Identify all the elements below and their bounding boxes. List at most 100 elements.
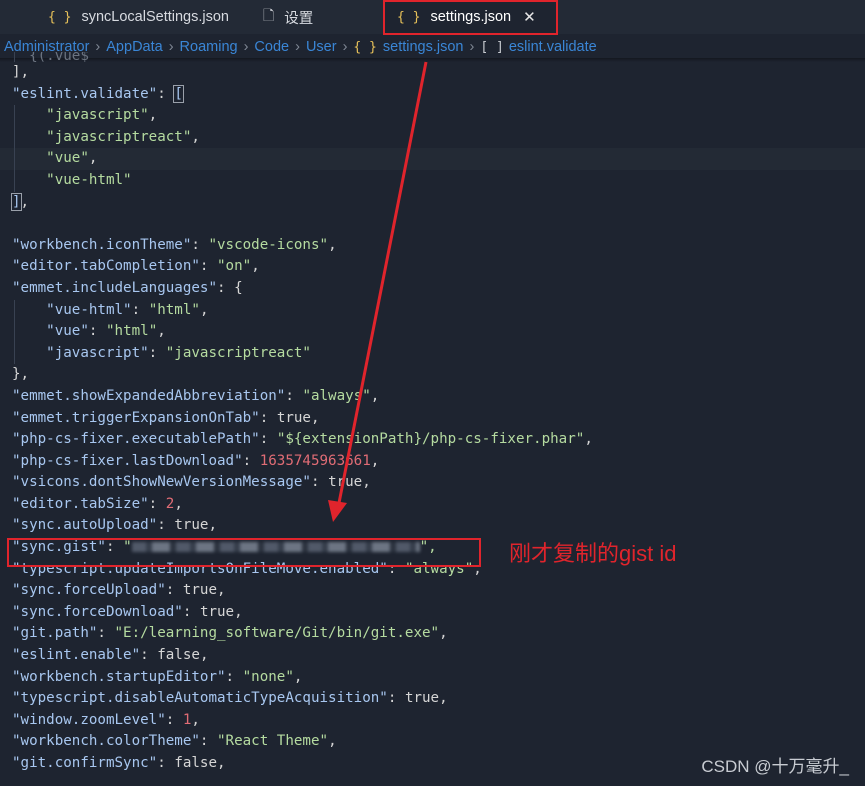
setting-key: "git.confirmSync": [12, 755, 158, 771]
code-line: "javascript",: [0, 105, 865, 127]
code-text: },: [12, 366, 30, 383]
code-text: ,: [20, 193, 30, 210]
code-line: "workbench.startupEditor": "none",: [12, 668, 303, 685]
code-line: {(.vue$: [0, 52, 865, 62]
setting-key: "workbench.startupEditor": [12, 668, 226, 685]
code-line-current: "vue",: [0, 148, 865, 170]
code-line: "editor.tabCompletion": "on",: [12, 258, 260, 275]
tab-label: settings.json: [430, 9, 512, 25]
string-value: "always": [404, 560, 474, 577]
code-line: "vsicons.dontShowNewVersionMessage": tru…: [12, 474, 371, 491]
string-value: "javascriptreact": [165, 344, 311, 361]
setting-key: "workbench.colorTheme": [12, 733, 200, 750]
code-line: "window.zoomLevel": 1,: [12, 711, 200, 728]
code-text: : {: [217, 279, 243, 296]
string-value: "on": [217, 258, 252, 275]
setting-key: "sync.autoUpload": [12, 517, 158, 534]
code-line: "typescript.updateImportsOnFileMove.enab…: [12, 560, 482, 577]
code-line: "php-cs-fixer.executablePath": "${extens…: [12, 431, 593, 448]
setting-key: "typescript.disableAutomaticTypeAcquisit…: [12, 690, 388, 707]
code-text: ],: [12, 64, 30, 80]
setting-key: "workbench.iconTheme": [12, 236, 192, 253]
code-line: "emmet.triggerExpansionOnTab": true,: [12, 409, 320, 426]
setting-key: "sync.gist": [12, 539, 106, 556]
code-line: "javascript": "javascriptreact": [0, 342, 865, 365]
bool-value: true: [404, 690, 440, 707]
annotation-label: 刚才复制的gist id: [509, 541, 677, 566]
file-icon: 🗋: [263, 7, 275, 23]
string-value: "E:/learning_software/Git/bin/git.exe": [114, 625, 440, 642]
tab-settings-json[interactable]: { } settings.json ✕: [385, 0, 556, 34]
string-value: "always": [302, 387, 371, 404]
setting-key: "git.path": [12, 625, 98, 642]
setting-key: "vsicons.dontShowNewVersionMessage": [12, 474, 311, 491]
string-value: "vue": [46, 150, 89, 167]
json-braces-icon: { }: [48, 9, 72, 25]
code-text: {(.vue$: [12, 52, 89, 62]
setting-key: "php-cs-fixer.lastDownload": [12, 452, 243, 469]
code-line: "vue-html": "html",: [0, 299, 865, 322]
string-value: "React Theme": [217, 733, 329, 750]
setting-key: "emmet.includeLanguages": [12, 279, 217, 296]
setting-key: "emmet.showExpandedAbbreviation": [12, 387, 286, 404]
code-line: "eslint.enable": false,: [12, 647, 209, 664]
string-value: "${extensionPath}/php-cs-fixer.phar": [276, 431, 585, 448]
code-line: "php-cs-fixer.lastDownload": 16357459636…: [12, 452, 380, 469]
code-line: "git.path": "E:/learning_software/Git/bi…: [12, 625, 448, 642]
setting-key: "editor.tabCompletion": [12, 258, 200, 275]
code-line: "workbench.colorTheme": "React Theme",: [12, 733, 337, 750]
code-line: ],: [0, 62, 865, 84]
code-line: "emmet.includeLanguages": {: [0, 278, 865, 300]
code-line: "javascriptreact",: [0, 126, 865, 149]
code-line: "workbench.iconTheme": "vscode-icons",: [12, 236, 337, 253]
json-braces-icon: { }: [397, 9, 421, 25]
bool-value: false: [157, 647, 200, 664]
code-line: "emmet.showExpandedAbbreviation": "alway…: [12, 387, 380, 404]
tab-settings-ui[interactable]: 🗋 设置: [263, 0, 313, 34]
string-value: ": [123, 539, 132, 556]
tab-label: syncLocalSettings.json: [81, 9, 229, 25]
bool-value: false: [174, 755, 218, 771]
setting-key: "vue-html": [46, 301, 132, 318]
number-value: 1635745963661: [259, 452, 371, 469]
string-value: "javascriptreact": [46, 128, 192, 145]
bool-value: true: [328, 474, 363, 491]
code-line: },: [0, 364, 865, 386]
code-line: ],: [0, 192, 865, 214]
code-editor[interactable]: {(.vue$ ], "eslint.validate": [ "javascr…: [0, 52, 865, 775]
watermark: CSDN @十万毫升_: [701, 757, 849, 776]
code-line: "vue-html": [0, 169, 865, 192]
string-value: "none": [242, 668, 294, 685]
setting-key: "php-cs-fixer.executablePath": [12, 431, 260, 448]
setting-key: "eslint.enable": [12, 647, 141, 664]
string-value: "html": [148, 301, 200, 318]
string-value: "vue-html": [46, 171, 132, 188]
bool-value: true: [199, 603, 235, 620]
setting-key: "eslint.validate": [12, 85, 158, 102]
string-value: "vscode-icons": [208, 236, 329, 253]
bool-value: true: [276, 409, 311, 426]
code-text: :: [157, 85, 175, 102]
code-line: "sync.forceUpload": true,: [12, 582, 226, 599]
setting-key: "sync.forceDownload": [12, 603, 183, 620]
setting-key: "window.zoomLevel": [12, 711, 166, 728]
tab-sync-local-settings[interactable]: { } syncLocalSettings.json: [48, 0, 229, 34]
code-line: "sync.autoUpload": true,: [12, 517, 218, 534]
code-line: "typescript.disableAutomaticTypeAcquisit…: [12, 690, 448, 707]
tab-label: 设置: [284, 10, 314, 27]
bracket: ]: [11, 192, 22, 211]
string-value: "html": [105, 323, 158, 340]
code-line: "editor.tabSize": 2,: [12, 495, 183, 512]
code-line: "vue": "html",: [0, 321, 865, 343]
string-value: ",: [419, 539, 437, 556]
redacted-gist-id: [131, 542, 420, 553]
bool-value: true: [182, 582, 218, 599]
close-icon[interactable]: ✕: [523, 8, 536, 26]
setting-key: "emmet.triggerExpansionOnTab": [12, 409, 260, 426]
string-value: "javascript": [46, 107, 149, 124]
setting-key: "editor.tabSize": [12, 495, 149, 512]
code-line: "eslint.validate": [: [0, 84, 865, 106]
bracket: [: [173, 84, 184, 103]
code-line: "sync.gist": " ",: [12, 539, 437, 556]
